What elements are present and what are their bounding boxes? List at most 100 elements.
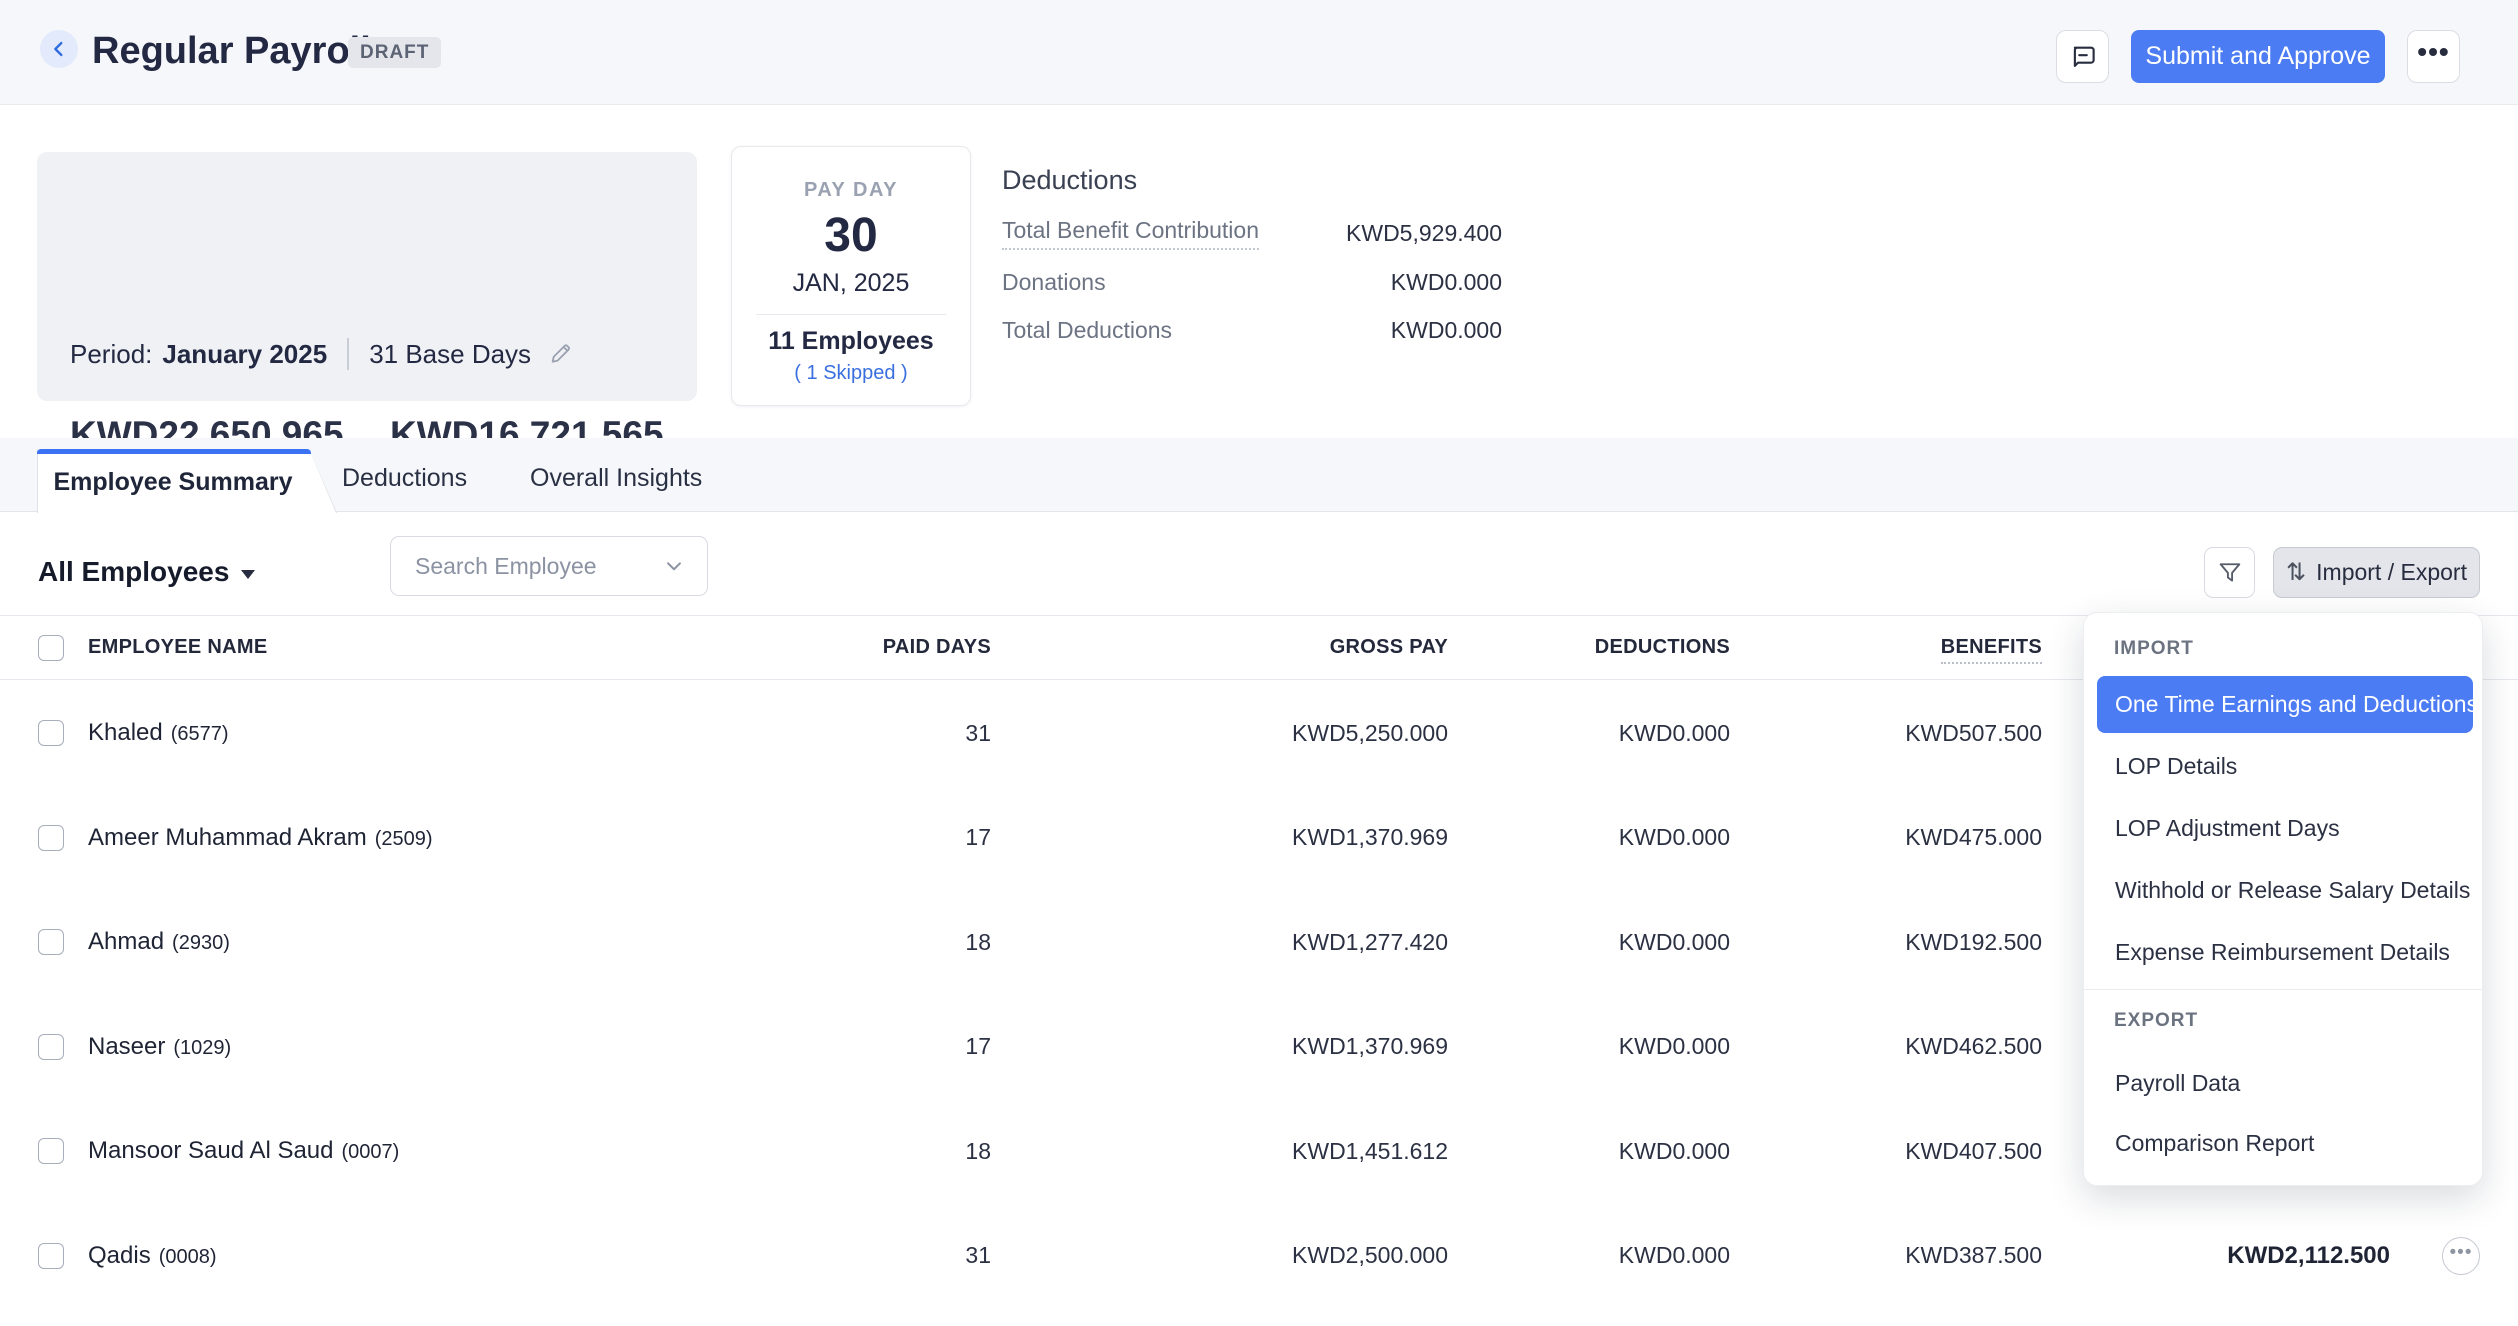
submit-and-approve-button[interactable]: Submit and Approve	[2131, 30, 2385, 83]
menu-item-comparison-report[interactable]: Comparison Report	[2115, 1127, 2314, 1159]
menu-item-lop-adjustment-days[interactable]: LOP Adjustment Days	[2115, 812, 2340, 844]
benefits-cell: KWD407.500	[1730, 1138, 2042, 1165]
row-checkbox[interactable]	[38, 929, 64, 955]
paid-days-cell: 18	[851, 1138, 991, 1165]
base-days-label: 31 Base Days	[369, 339, 531, 370]
tab-deductions[interactable]: Deductions	[342, 462, 467, 494]
employee-name-cell: Qadis(0008)	[88, 1242, 851, 1270]
payday-card: PAY DAY 30 JAN, 2025 11 Employees ( 1 Sk…	[731, 146, 971, 406]
divider	[756, 314, 946, 315]
deduction-row: Total Benefit Contribution KWD5,929.400	[1002, 217, 1502, 249]
payday-employee-count: 11 Employees	[732, 327, 970, 356]
period-label: Period:	[70, 339, 152, 370]
row-checkbox[interactable]	[38, 825, 64, 851]
row-checkbox[interactable]	[38, 1138, 64, 1164]
col-gross-pay: GROSS PAY	[991, 636, 1448, 659]
row-checkbox[interactable]	[38, 720, 64, 746]
deductions-cell: KWD0.000	[1448, 1242, 1730, 1269]
deduction-row: Donations KWD0.000	[1002, 266, 1502, 298]
benefits-cell: KWD462.500	[1730, 1033, 2042, 1060]
tab-label: Employee Summary	[37, 454, 309, 510]
search-employee-select[interactable]: Search Employee	[390, 536, 708, 596]
col-benefits: BENEFITS	[1730, 636, 2042, 659]
period-line: Period: January 2025 31 Base Days	[70, 337, 574, 371]
period-summary-card: Period: January 2025 31 Base Days KWD22,…	[37, 152, 697, 401]
row-checkbox[interactable]	[38, 1034, 64, 1060]
import-export-label: Import / Export	[2316, 559, 2467, 586]
employee-name-cell: Mansoor Saud Al Saud(0007)	[88, 1137, 851, 1165]
paid-days-cell: 17	[851, 1033, 991, 1060]
gross-pay-cell: KWD1,451.612	[991, 1138, 1448, 1165]
payday-date: JAN, 2025	[732, 269, 970, 298]
deduction-row: Total Deductions KWD0.000	[1002, 314, 1502, 346]
payroll-run-page: Regular Payroll DRAFT Submit and Approve…	[0, 0, 2518, 1326]
status-badge: DRAFT	[348, 37, 441, 68]
net-pay-cell: KWD2,112.500	[2042, 1242, 2390, 1270]
edit-pencil-icon[interactable]	[547, 341, 574, 368]
filter-button[interactable]	[2204, 547, 2255, 598]
menu-import-heading: IMPORT	[2114, 636, 2194, 662]
col-employee-name: EMPLOYEE NAME	[88, 636, 851, 659]
benefits-cell: KWD387.500	[1730, 1242, 2042, 1269]
employee-name-cell: Khaled(6577)	[88, 719, 851, 747]
tab-employee-summary[interactable]: Employee Summary	[37, 449, 337, 513]
deductions-cell: KWD0.000	[1448, 1138, 1730, 1165]
divider	[347, 338, 349, 370]
row-checkbox[interactable]	[38, 1243, 64, 1269]
col-paid-days: PAID DAYS	[851, 636, 991, 659]
more-options-button[interactable]: •••	[2407, 30, 2460, 83]
paid-days-cell: 31	[851, 720, 991, 747]
menu-item-expense-reimbursement[interactable]: Expense Reimbursement Details	[2115, 936, 2450, 968]
caret-down-icon	[241, 570, 255, 579]
gross-pay-cell: KWD1,277.420	[991, 929, 1448, 956]
menu-item-lop-details[interactable]: LOP Details	[2115, 750, 2237, 782]
funnel-icon	[2216, 559, 2244, 587]
back-button[interactable]	[40, 30, 78, 68]
donations-value: KWD0.000	[1391, 269, 1502, 296]
total-deductions-label: Total Deductions	[1002, 317, 1172, 344]
deductions-cell: KWD0.000	[1448, 1033, 1730, 1060]
import-export-button[interactable]: ⇅ Import / Export	[2273, 547, 2480, 598]
payday-day: 30	[732, 208, 970, 263]
gross-pay-cell: KWD2,500.000	[991, 1242, 1448, 1269]
table-row[interactable]: Qadis(0008) 31 KWD2,500.000 KWD0.000 KWD…	[0, 1204, 2518, 1309]
paid-days-cell: 18	[851, 929, 991, 956]
search-placeholder: Search Employee	[415, 553, 597, 580]
employee-name-cell: Naseer(1029)	[88, 1033, 851, 1061]
total-benefit-contribution-label: Total Benefit Contribution	[1002, 217, 1259, 250]
donations-label: Donations	[1002, 269, 1106, 296]
tab-overall-insights[interactable]: Overall Insights	[530, 462, 702, 494]
gross-pay-cell: KWD1,370.969	[991, 1033, 1448, 1060]
comments-button[interactable]	[2056, 30, 2109, 83]
paid-days-cell: 31	[851, 1242, 991, 1269]
col-deductions: DEDUCTIONS	[1448, 636, 1730, 659]
benefits-cell: KWD192.500	[1730, 929, 2042, 956]
top-bar: Regular Payroll DRAFT Submit and Approve…	[0, 0, 2518, 105]
menu-divider	[2084, 989, 2482, 990]
select-all-checkbox[interactable]	[38, 635, 64, 661]
gross-pay-cell: KWD1,370.969	[991, 824, 1448, 851]
ellipsis-icon: •••	[2450, 1242, 2473, 1264]
import-export-arrows-icon: ⇅	[2286, 561, 2306, 585]
total-deductions-value: KWD0.000	[1391, 317, 1502, 344]
employee-name-cell: Ameer Muhammad Akram(2509)	[88, 824, 851, 852]
row-more-button[interactable]: •••	[2442, 1237, 2480, 1275]
paid-days-cell: 17	[851, 824, 991, 851]
employee-group-filter[interactable]: All Employees	[38, 554, 255, 590]
deductions-title: Deductions	[1002, 165, 1137, 196]
employee-name-cell: Ahmad(2930)	[88, 928, 851, 956]
payday-title: PAY DAY	[732, 179, 970, 202]
deductions-cell: KWD0.000	[1448, 929, 1730, 956]
deductions-cell: KWD0.000	[1448, 824, 1730, 851]
menu-item-withhold-release-salary[interactable]: Withhold or Release Salary Details	[2115, 874, 2470, 906]
page-title: Regular Payroll	[92, 30, 371, 73]
row-actions: •••	[2390, 1237, 2480, 1275]
skipped-employees-link[interactable]: ( 1 Skipped )	[732, 362, 970, 385]
gross-pay-cell: KWD5,250.000	[991, 720, 1448, 747]
comment-bubble-icon	[2068, 42, 2098, 72]
menu-export-heading: EXPORT	[2114, 1008, 2198, 1034]
menu-item-payroll-data[interactable]: Payroll Data	[2115, 1067, 2240, 1099]
menu-item-one-time-earnings[interactable]: One Time Earnings and Deductions	[2097, 676, 2473, 733]
chevron-left-icon	[48, 38, 70, 60]
group-filter-label: All Employees	[38, 556, 229, 588]
